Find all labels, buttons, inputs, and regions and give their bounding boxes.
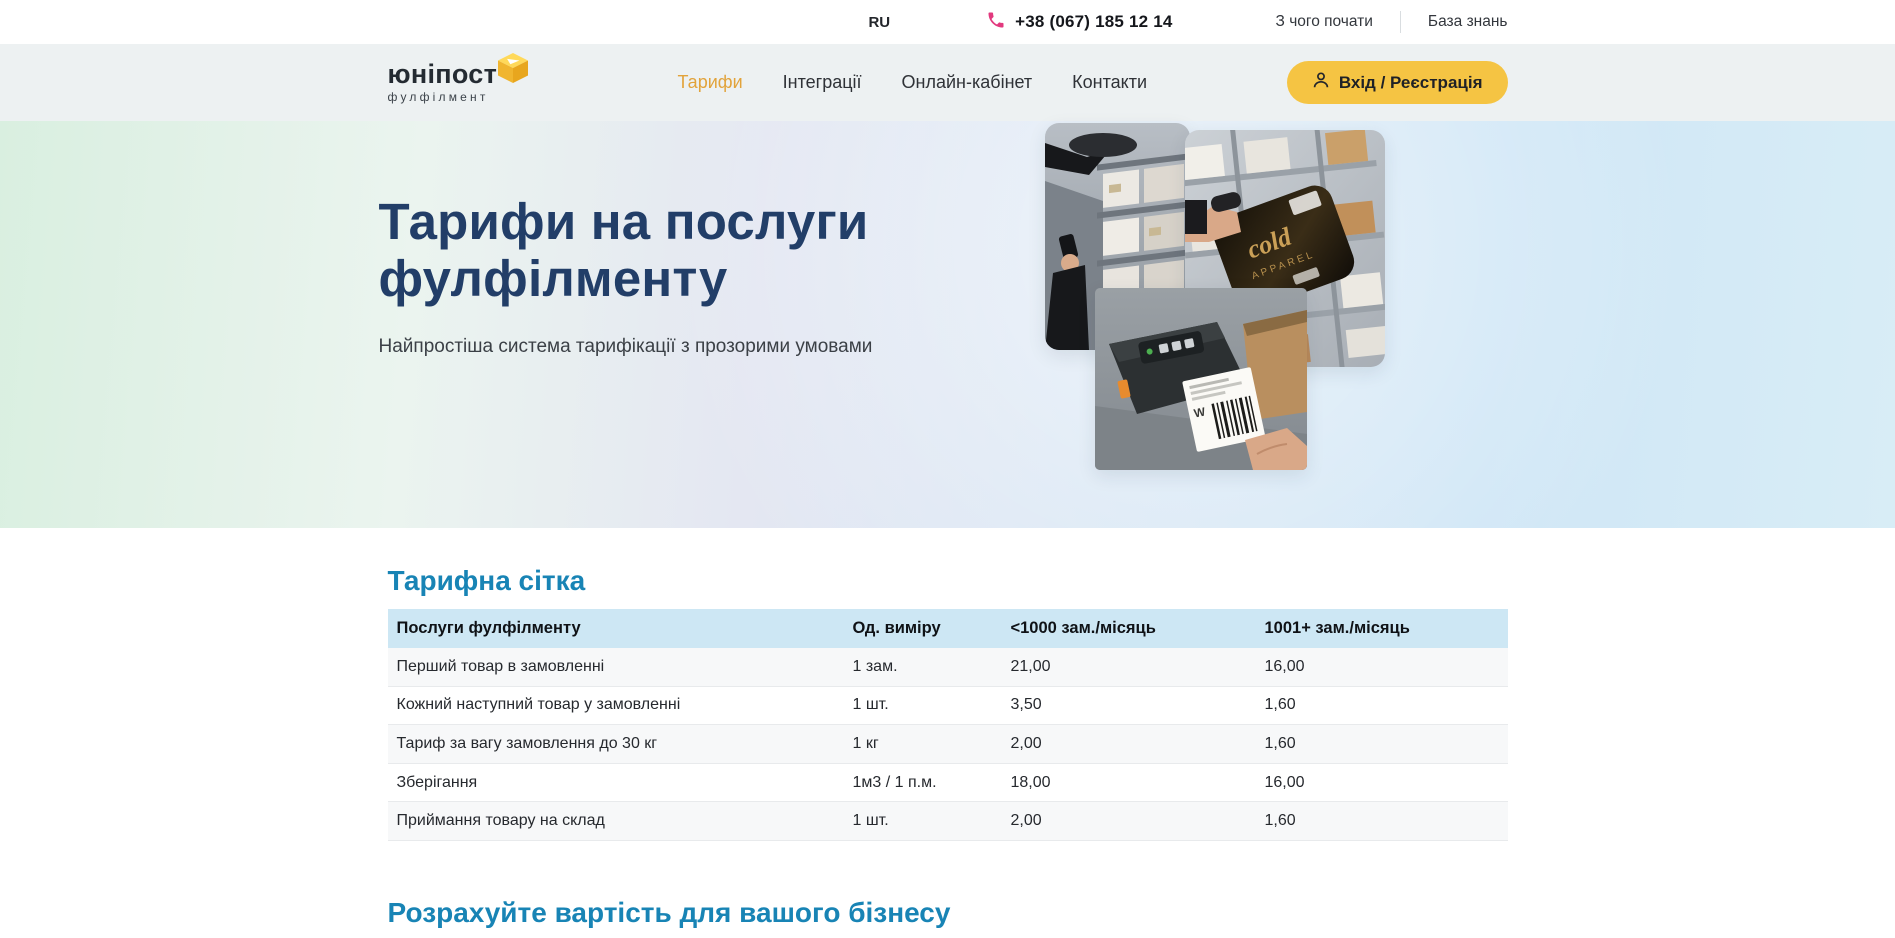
logo[interactable]: юніпост фулфілмент [388, 61, 538, 104]
phone-link[interactable]: +38 (067) 185 12 14 [986, 10, 1172, 35]
table-header-row: Послуги фулфілменту Од. виміру <1000 зам… [388, 609, 1508, 648]
login-register-label: Вхід / Реєстрація [1339, 73, 1483, 93]
cell-price-under-1000: 18,00 [1011, 774, 1265, 792]
main-nav: Тарифи Інтеграції Онлайн-кабінет Контакт… [678, 72, 1148, 93]
hero-section: Тарифи на послугифулфілменту Найпростіша… [0, 121, 1895, 528]
table-row: Приймання товару на склад 1 шт. 2,00 1,6… [388, 802, 1508, 841]
table-row: Кожний наступний товар у замовленні 1 шт… [388, 687, 1508, 726]
nav-item-tariffs[interactable]: Тарифи [678, 72, 743, 93]
topbar-divider [1400, 11, 1401, 33]
cell-price-over-1001: 16,00 [1265, 658, 1508, 676]
photo-label-printer: W [1095, 288, 1307, 470]
user-icon [1312, 71, 1330, 94]
cell-unit: 1 шт. [853, 696, 1011, 714]
cell-price-over-1001: 1,60 [1265, 812, 1508, 830]
nav-item-integrations[interactable]: Інтеграції [783, 72, 862, 93]
cell-price-under-1000: 2,00 [1011, 735, 1265, 753]
cell-unit: 1 зам. [853, 658, 1011, 676]
cell-price-over-1001: 16,00 [1265, 774, 1508, 792]
topbar: RU +38 (067) 185 12 14 З чого почати Баз… [0, 0, 1895, 44]
cube-icon [498, 53, 528, 88]
pricing-section-title: Тарифна сітка [388, 565, 1508, 597]
hero-subtitle: Найпростіша система тарифікації з прозор… [379, 336, 873, 358]
column-header-service: Послуги фулфілменту [397, 619, 853, 638]
table-row: Зберігання 1м3 / 1 п.м. 18,00 16,00 [388, 764, 1508, 803]
cell-unit: 1 шт. [853, 812, 1011, 830]
cell-price-under-1000: 3,50 [1011, 696, 1265, 714]
column-header-over-1001: 1001+ зам./місяць [1265, 619, 1508, 638]
main-content: Тарифна сітка Послуги фулфілменту Од. ви… [0, 565, 1895, 929]
cell-service: Тариф за вагу замовлення до 30 кг [397, 735, 853, 753]
logo-tagline: фулфілмент [388, 90, 538, 104]
phone-icon [986, 10, 1006, 35]
cell-unit: 1м3 / 1 п.м. [853, 774, 1011, 792]
cell-price-under-1000: 21,00 [1011, 658, 1265, 676]
calculator-section-title: Розрахуйте вартість для вашого бізнесу [388, 897, 1508, 929]
header: юніпост фулфілмент Тарифи Інтеграції Онл… [0, 44, 1895, 121]
cell-price-under-1000: 2,00 [1011, 812, 1265, 830]
column-header-unit: Од. виміру [853, 619, 1011, 638]
table-row: Тариф за вагу замовлення до 30 кг 1 кг 2… [388, 725, 1508, 764]
cell-price-over-1001: 1,60 [1265, 696, 1508, 714]
cell-service: Перший товар в замовленні [397, 658, 853, 676]
cell-price-over-1001: 1,60 [1265, 735, 1508, 753]
topbar-link-getting-started[interactable]: З чого почати [1276, 13, 1373, 31]
table-row: Перший товар в замовленні 1 зам. 21,00 1… [388, 648, 1508, 687]
language-selector[interactable]: RU [868, 14, 890, 31]
column-header-under-1000: <1000 зам./місяць [1011, 619, 1265, 638]
topbar-link-knowledge-base[interactable]: База знань [1428, 13, 1508, 31]
cell-unit: 1 кг [853, 735, 1011, 753]
cell-service: Приймання товару на склад [397, 812, 853, 830]
login-register-button[interactable]: Вхід / Реєстрація [1287, 61, 1508, 104]
nav-item-online-cabinet[interactable]: Онлайн-кабінет [902, 72, 1033, 93]
nav-item-contacts[interactable]: Контакти [1072, 72, 1147, 93]
pricing-table: Послуги фулфілменту Од. виміру <1000 зам… [388, 609, 1508, 841]
cell-service: Зберігання [397, 774, 853, 792]
cell-service: Кожний наступний товар у замовленні [397, 696, 853, 714]
phone-number: +38 (067) 185 12 14 [1015, 12, 1172, 32]
page-title: Тарифи на послугифулфілменту [379, 193, 873, 307]
